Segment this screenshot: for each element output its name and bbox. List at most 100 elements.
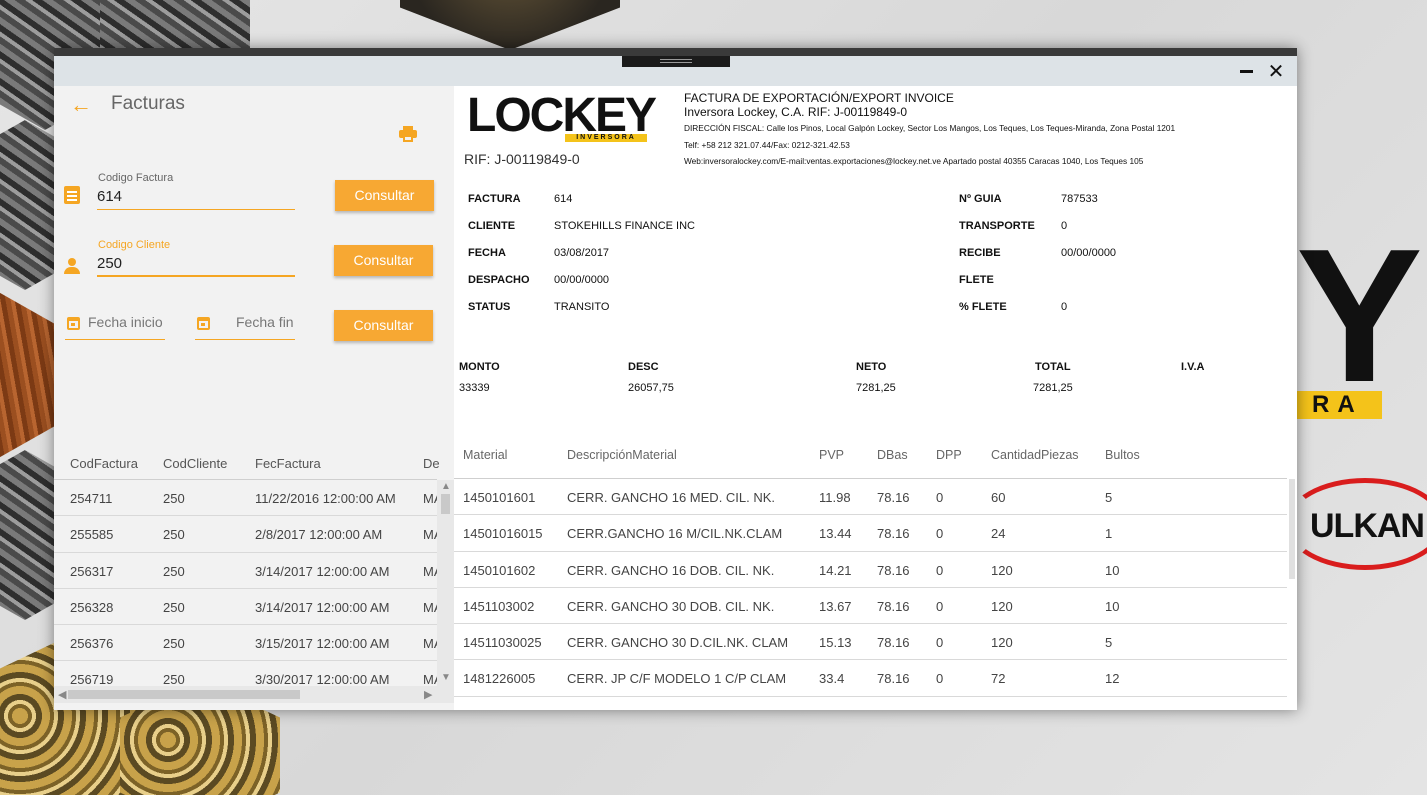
cell: 250 xyxy=(163,599,185,615)
calendar-icon[interactable] xyxy=(197,317,210,330)
cell: 3/30/2017 12:00:00 AM xyxy=(255,672,390,686)
close-button[interactable]: ✕ xyxy=(1259,56,1293,86)
column-header[interactable]: DPP xyxy=(936,448,962,462)
vertical-scrollbar[interactable]: ▲ ▼ xyxy=(437,480,454,686)
cell: CERR. GANCHO 30 D.CIL.NK. CLAM xyxy=(567,635,789,651)
calendar-icon[interactable] xyxy=(67,317,80,330)
scroll-right-arrow-icon[interactable]: ▶ xyxy=(424,688,432,701)
cell: 10 xyxy=(1105,598,1120,614)
table-row[interactable]: 254711 250 11/22/2016 12:00:00 AM MA xyxy=(54,480,437,517)
column-header[interactable]: CodFactura xyxy=(70,456,138,471)
codigo-cliente-input[interactable] xyxy=(97,251,293,275)
codigo-factura-input[interactable] xyxy=(97,184,293,208)
column-header[interactable]: DescripciónMaterial xyxy=(567,448,677,462)
detail-key: CLIENTE xyxy=(468,220,516,232)
company-phone: Telf: +58 212 321.07.44/Fax: 0212-321.42… xyxy=(684,140,850,150)
background-vulkan-logo: ULKAN xyxy=(1285,478,1427,570)
cell: 5 xyxy=(1105,490,1113,505)
cell: CERR. GANCHO 30 DOB. CIL. NK. xyxy=(567,598,775,614)
table-row[interactable]: 1451103002 CERR. GANCHO 30 DOB. CIL. NK.… xyxy=(454,588,1287,625)
fecha-fin-input[interactable]: Fecha fin xyxy=(236,314,294,330)
detail-value: 0 xyxy=(1061,220,1068,232)
materials-scrollbar[interactable] xyxy=(1287,479,1297,710)
cell: 250 xyxy=(163,491,185,506)
company-web: Web:inversoralockey.com/E-mail:ventas.ex… xyxy=(684,156,1144,166)
cell: 0 xyxy=(936,598,944,614)
codigo-factura-underline xyxy=(97,209,295,210)
table-row[interactable]: 256328 250 3/14/2017 12:00:00 AM MA xyxy=(54,589,437,626)
cell: 255585 xyxy=(70,527,114,543)
cell: 0 xyxy=(936,635,944,651)
table-row[interactable]: 256317 250 3/14/2017 12:00:00 AM MA xyxy=(54,553,437,589)
cell: 3/14/2017 12:00:00 AM xyxy=(255,599,390,615)
column-header[interactable]: PVP xyxy=(819,448,844,462)
fecha-inicio-input[interactable]: Fecha inicio xyxy=(88,314,163,330)
table-row[interactable]: 1481226005 CERR. JP C/F MODELO 1 C/P CLA… xyxy=(454,660,1287,697)
total-key: NETO xyxy=(856,361,887,373)
cell: 3/14/2017 12:00:00 AM xyxy=(255,563,390,579)
detail-key: FECHA xyxy=(468,247,506,259)
cell: CERR. JP C/F MODELO 1 C/P CLAM xyxy=(567,671,787,687)
detail-value: 03/08/2017 xyxy=(554,247,610,259)
column-header[interactable]: Bultos xyxy=(1105,448,1140,462)
cell: 256328 xyxy=(70,599,114,615)
cell: 1451103002 xyxy=(463,598,535,614)
table-row[interactable]: 256719 250 3/30/2017 12:00:00 AM MA xyxy=(54,661,437,686)
horizontal-scrollbar[interactable]: ◀ ▶ xyxy=(54,686,454,703)
cell: 2/8/2017 12:00:00 AM xyxy=(255,527,383,543)
scroll-thumb[interactable] xyxy=(441,494,450,514)
cell: 13.67 xyxy=(819,598,852,614)
column-header[interactable]: De xyxy=(423,456,440,471)
back-arrow-icon[interactable]: ← xyxy=(70,92,92,118)
consultar-cliente-button[interactable]: Consultar xyxy=(334,245,433,276)
background-brand-letter: Y xyxy=(1296,210,1423,422)
cell: 13.44 xyxy=(819,526,852,542)
scroll-left-arrow-icon[interactable]: ◀ xyxy=(58,688,66,701)
total-key: TOTAL xyxy=(1035,361,1071,373)
column-header[interactable]: Material xyxy=(463,448,507,462)
consultar-factura-button[interactable]: Consultar xyxy=(335,180,434,211)
cell: 1450101601 xyxy=(463,490,536,505)
consultar-fechas-button[interactable]: Consultar xyxy=(334,310,433,341)
detail-value: 00/00/0000 xyxy=(554,274,610,286)
cell: 250 xyxy=(163,636,185,652)
scroll-thumb[interactable] xyxy=(68,690,300,699)
table-row[interactable]: 14511030025 CERR. GANCHO 30 D.CIL.NK. CL… xyxy=(454,624,1287,661)
codigo-cliente-underline xyxy=(97,275,295,277)
table-row[interactable]: 1450101601 CERR. GANCHO 16 MED. CIL. NK.… xyxy=(454,479,1287,516)
detail-value: TRANSITO xyxy=(554,301,610,313)
cell: 120 xyxy=(991,598,1013,614)
minimize-button[interactable] xyxy=(1229,56,1263,86)
cell: MA xyxy=(423,672,437,686)
cell: MA xyxy=(423,491,437,506)
company-rif: RIF: J-00119849-0 xyxy=(464,151,580,167)
materials-list: 1450101601 CERR. GANCHO 16 MED. CIL. NK.… xyxy=(454,479,1287,710)
column-header[interactable]: FecFactura xyxy=(255,456,321,471)
scroll-up-arrow-icon[interactable]: ▲ xyxy=(441,481,451,492)
total-value: 7281,25 xyxy=(856,382,896,394)
window-top-edge xyxy=(54,48,1297,56)
scroll-down-arrow-icon[interactable]: ▼ xyxy=(441,672,451,683)
scroll-thumb[interactable] xyxy=(1289,479,1295,579)
column-header[interactable]: DBas xyxy=(877,448,908,462)
cell: 33.4 xyxy=(819,671,845,687)
detail-key: TRANSPORTE xyxy=(959,220,1035,232)
cell: 12 xyxy=(1105,671,1120,687)
cell: 256719 xyxy=(70,672,114,686)
total-value: 7281,25 xyxy=(1033,382,1073,394)
table-row[interactable]: 256376 250 3/15/2017 12:00:00 AM MA xyxy=(54,625,437,662)
table-row[interactable]: 14501016015 CERR.GANCHO 16 M/CIL.NK.CLAM… xyxy=(454,515,1287,552)
print-icon[interactable] xyxy=(399,126,417,142)
cell: 0 xyxy=(936,671,944,687)
cell: 11/22/2016 12:00:00 AM xyxy=(255,491,396,506)
detail-key: RECIBE xyxy=(959,247,1001,259)
drag-grip-icon[interactable] xyxy=(622,56,730,67)
column-header[interactable]: CantidadPiezas xyxy=(991,448,1079,462)
table-row[interactable]: 255585 250 2/8/2017 12:00:00 AM MA xyxy=(54,516,437,553)
page-title: Facturas xyxy=(111,93,185,114)
codigo-cliente-label: Codigo Cliente xyxy=(98,239,171,251)
cell: CERR. GANCHO 16 DOB. CIL. NK. xyxy=(567,562,775,578)
table-row[interactable]: 1450101602 CERR. GANCHO 16 DOB. CIL. NK.… xyxy=(454,552,1287,588)
cell: 78.16 xyxy=(877,635,910,651)
column-header[interactable]: CodCliente xyxy=(163,456,227,471)
